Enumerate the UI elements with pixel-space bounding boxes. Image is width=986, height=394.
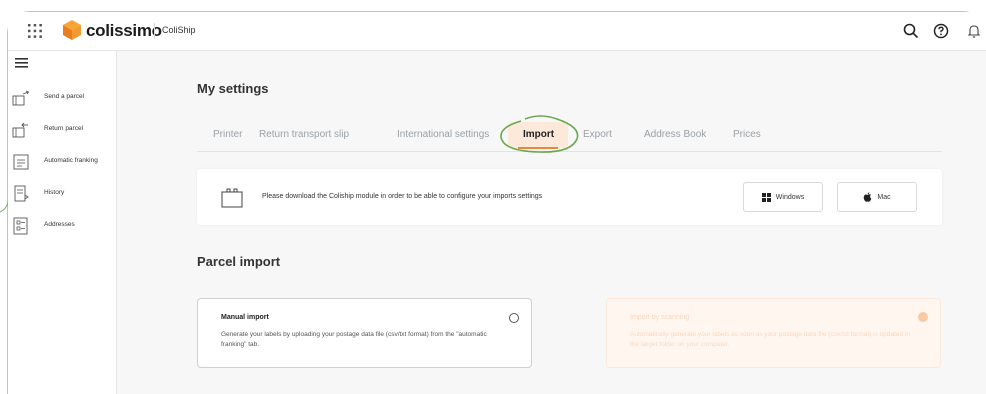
tab-export[interactable]: Export — [583, 129, 612, 140]
option-title: Import by scanning — [630, 314, 690, 321]
settings-tabs: Printer Return transport slip Internatio… — [197, 115, 942, 153]
app-name: ColiShip — [162, 25, 196, 35]
sidebar-item-history[interactable]: History — [12, 183, 116, 205]
search-icon[interactable] — [902, 22, 920, 40]
colissimo-box-logo — [63, 20, 81, 40]
main-content: My settings Printer Return transport sli… — [117, 51, 986, 394]
page-title: My settings — [197, 81, 269, 96]
windows-download-button[interactable]: Windows — [743, 182, 823, 212]
top-bar: colissimo ColiShip — [8, 12, 986, 51]
sidebar-item-addresses[interactable]: Addresses — [12, 215, 116, 237]
sidebar-item-automatic-franking[interactable]: Automatic franking — [12, 151, 116, 173]
help-icon[interactable] — [932, 22, 950, 40]
module-download-notice: Please download the Coliship module in o… — [197, 169, 942, 225]
apps-grid-icon[interactable] — [26, 22, 44, 40]
sidebar-item-label: Send a parcel — [44, 93, 85, 100]
automatic-franking-icon — [13, 154, 29, 170]
mac-download-button[interactable]: Mac — [837, 182, 917, 212]
divider — [154, 23, 155, 39]
sidebar: Send a parcel Return parcel Automatic fr… — [8, 51, 117, 394]
check-icon[interactable] — [918, 312, 928, 322]
addresses-icon — [13, 217, 28, 235]
highlight-ellipse — [500, 115, 579, 153]
tab-printer[interactable]: Printer — [213, 129, 242, 140]
windows-icon — [761, 192, 771, 202]
sidebar-item-label: Return parcel — [44, 125, 84, 132]
sidebar-item-label: History — [44, 189, 65, 196]
mac-button-label: Mac — [877, 193, 891, 201]
option-description: Automatically generate your labels as so… — [630, 331, 911, 348]
sidebar-item-label: Addresses — [44, 221, 75, 228]
tab-international-settings[interactable]: International settings — [397, 129, 489, 140]
sidebar-item-send-parcel[interactable]: Send a parcel — [12, 87, 116, 109]
manual-import-option[interactable]: Manual import Generate your labels by up… — [197, 298, 532, 368]
windows-button-label: Windows — [775, 193, 805, 201]
sidebar-item-return-parcel[interactable]: Return parcel — [12, 119, 116, 141]
option-description: Generate your labels by uploading your p… — [221, 331, 487, 348]
section-title: Parcel import — [197, 254, 281, 269]
notifications-icon[interactable] — [965, 22, 983, 40]
tab-address-book[interactable]: Address Book — [644, 129, 706, 140]
return-parcel-icon — [12, 122, 28, 138]
manual-import-radio[interactable] — [509, 313, 519, 323]
scan-import-option[interactable]: Import by scanning Automatically generat… — [606, 298, 941, 368]
option-title: Manual import — [221, 314, 269, 321]
tab-return-transport-slip[interactable]: Return transport slip — [259, 129, 349, 140]
history-icon — [14, 185, 29, 202]
send-parcel-icon — [12, 90, 30, 106]
sidebar-item-label: Automatic franking — [44, 157, 98, 164]
brand-name[interactable]: colissimo — [86, 21, 162, 41]
apple-icon — [864, 192, 872, 202]
tab-prices[interactable]: Prices — [733, 129, 761, 140]
notice-text: Please download the Coliship module in o… — [262, 193, 543, 200]
computer-icon — [221, 188, 243, 208]
menu-icon[interactable] — [15, 57, 29, 69]
